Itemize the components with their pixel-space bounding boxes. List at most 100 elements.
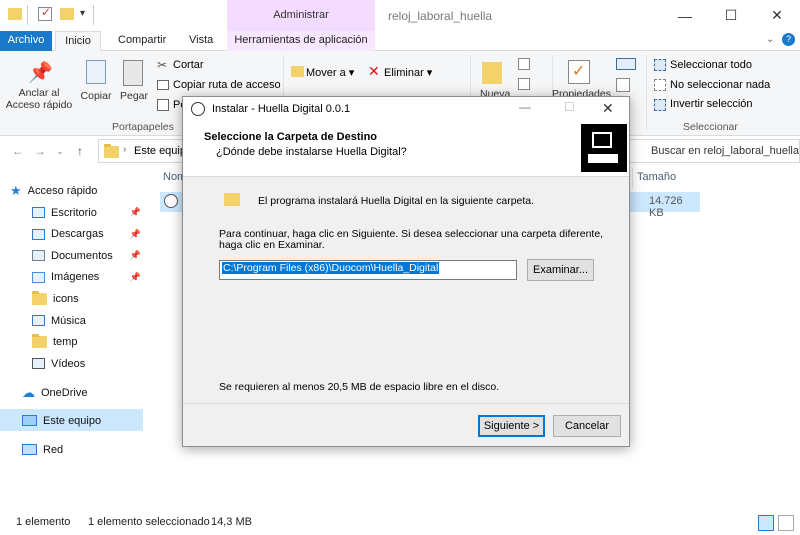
paste-button[interactable]: Pegar — [116, 90, 152, 102]
move-to-icon — [291, 66, 304, 77]
sidebar-item-vídeos[interactable]: Vídeos — [0, 353, 145, 374]
music-icon — [32, 315, 45, 326]
invert-selection-button[interactable]: Invertir selección — [670, 98, 753, 110]
tab-archivo[interactable]: Archivo — [0, 31, 52, 51]
group-label-portapapeles: Portapapeles — [112, 121, 174, 133]
cut-button[interactable]: Cortar — [173, 59, 204, 71]
disk-space-note: Se requieren al menos 20,5 MB de espacio… — [219, 381, 500, 393]
dialog-maximize-button: ☐ — [564, 100, 575, 114]
dialog-divider — [183, 403, 629, 404]
copy-button[interactable]: Copiar — [78, 90, 114, 102]
sidebar-item-onedrive[interactable]: ☁ OneDrive — [22, 382, 167, 403]
maximize-icon: ☐ — [724, 7, 738, 23]
minimize-icon: — — [678, 7, 692, 24]
details-view-icon[interactable] — [758, 515, 774, 531]
tab-herramientas-aplicacion[interactable]: Herramientas de aplicación — [227, 31, 375, 51]
chevron-right-icon: › — [123, 144, 127, 155]
open-icon[interactable] — [616, 58, 636, 70]
new-item-icon[interactable] — [518, 58, 530, 70]
destination-path: C:\Program Files (x86)\Duocom\Huella_Dig… — [222, 262, 440, 274]
back-button[interactable]: ← — [8, 141, 28, 161]
arrow-left-icon: ← — [12, 144, 24, 158]
tab-inicio[interactable]: Inicio — [55, 31, 101, 51]
up-button[interactable]: ↑ — [70, 141, 90, 161]
search-placeholder: Buscar en reloj_laboral_huella — [651, 145, 799, 157]
close-icon: ✕ — [771, 7, 783, 23]
pin-icon[interactable]: 📌 — [130, 250, 141, 261]
scissors-icon: ✂ — [157, 58, 168, 72]
sidebar-item-label: Música — [51, 314, 86, 327]
chevron-down-icon[interactable]: ▾ — [80, 8, 85, 19]
search-input[interactable]: Buscar en reloj_laboral_huella — [622, 139, 800, 163]
new-folder-icon[interactable] — [60, 8, 74, 20]
move-to-button[interactable]: Mover a ▾ — [306, 66, 354, 79]
install-intro-text: El programa instalará Huella Digital en … — [258, 195, 535, 207]
sidebar-item-música[interactable]: Música — [0, 310, 145, 331]
sidebar-item-imágenes[interactable]: Imágenes 📌 — [0, 267, 145, 288]
select-all-button[interactable]: Seleccionar todo — [670, 59, 752, 71]
clock-icon — [191, 102, 205, 116]
sidebar-item-label: Acceso rápido — [27, 184, 98, 197]
instructions-line-2: haga clic en Examinar. — [219, 239, 325, 251]
select-none-icon — [654, 79, 666, 91]
folder-icon — [32, 334, 47, 349]
next-button[interactable]: Siguiente > — [478, 415, 545, 437]
dialog-close-button[interactable]: ✕ — [602, 100, 614, 117]
delete-button[interactable]: Eliminar ▾ — [384, 66, 432, 79]
copy-path-icon — [157, 80, 169, 90]
close-button[interactable]: ✕ — [754, 0, 800, 31]
forward-button[interactable]: → — [30, 141, 50, 161]
sidebar-item-descargas[interactable]: Descargas 📌 — [0, 224, 145, 245]
dialog-subheading: ¿Dónde debe instalarse Huella Digital? — [216, 146, 407, 158]
dialog-minimize-button[interactable]: — — [519, 100, 531, 114]
help-icon[interactable]: ? — [782, 33, 795, 46]
status-bar: 1 elemento 1 elemento seleccionado 14,3 … — [0, 512, 800, 535]
pin-icon[interactable]: 📌 — [130, 272, 141, 283]
browse-button[interactable]: Examinar... — [527, 259, 594, 281]
tab-compartir[interactable]: Compartir — [112, 31, 172, 51]
pin-icon[interactable]: 📌 — [130, 229, 141, 240]
sidebar-item-label: Red — [43, 443, 64, 456]
sidebar-item-label: Escritorio — [51, 206, 97, 219]
documents-icon — [32, 250, 45, 262]
pin-icon[interactable]: 📌 — [130, 207, 141, 218]
sidebar-item-quick-access[interactable]: ★ Acceso rápido — [10, 180, 155, 201]
sidebar-item-documentos[interactable]: Documentos 📌 — [0, 245, 145, 266]
edit-icon[interactable] — [616, 78, 630, 92]
large-icons-view-icon[interactable] — [778, 515, 794, 531]
contextual-group-title: Administrar — [273, 9, 329, 21]
computer-icon — [22, 415, 37, 426]
ribbon-collapse-icon[interactable]: ⌄ — [766, 34, 774, 45]
column-header-size[interactable]: Tamaño — [637, 171, 676, 183]
sidebar-item-temp[interactable]: temp — [0, 332, 145, 353]
delete-icon: ✕ — [368, 63, 380, 79]
copy-path-button[interactable]: Copiar ruta de acceso — [173, 79, 281, 91]
select-none-button[interactable]: No seleccionar nada — [670, 79, 770, 91]
properties-icon[interactable]: ✓ — [38, 5, 52, 21]
maximize-button[interactable]: ☐ — [708, 0, 754, 31]
sidebar-item-this-pc[interactable]: Este equipo — [22, 410, 167, 431]
sidebar-item-label: Documentos — [51, 249, 113, 262]
paste-shortcut-icon — [157, 99, 169, 111]
delete-label: Eliminar — [384, 67, 424, 79]
pictures-icon — [32, 271, 45, 283]
tab-vista[interactable]: Vista — [183, 31, 219, 51]
easy-access-icon[interactable] — [518, 78, 530, 90]
sidebar-item-label: OneDrive — [41, 386, 88, 399]
column-divider — [632, 168, 633, 188]
status-item-count: 1 elemento — [16, 516, 71, 528]
cancel-button[interactable]: Cancelar — [553, 415, 621, 437]
chevron-down-icon: ⌄ — [56, 145, 64, 156]
folder-icon — [8, 8, 22, 20]
status-selected-size: 14,3 MB — [211, 516, 252, 528]
sidebar-item-escritorio[interactable]: Escritorio 📌 — [0, 202, 145, 223]
pin-quick-access-button[interactable]: Anclar al Acceso rápido — [2, 87, 76, 111]
recent-locations-button[interactable]: ⌄ — [50, 141, 70, 161]
sidebar-item-label: Imágenes — [51, 271, 100, 284]
copy-icon — [86, 60, 106, 84]
minimize-button[interactable]: — — [662, 0, 708, 31]
destination-folder-input[interactable]: C:\Program Files (x86)\Duocom\Huella_Dig… — [219, 260, 517, 280]
sidebar-item-icons[interactable]: icons — [0, 288, 145, 309]
sidebar-item-network[interactable]: Red — [22, 439, 167, 460]
folder-icon — [224, 193, 240, 206]
